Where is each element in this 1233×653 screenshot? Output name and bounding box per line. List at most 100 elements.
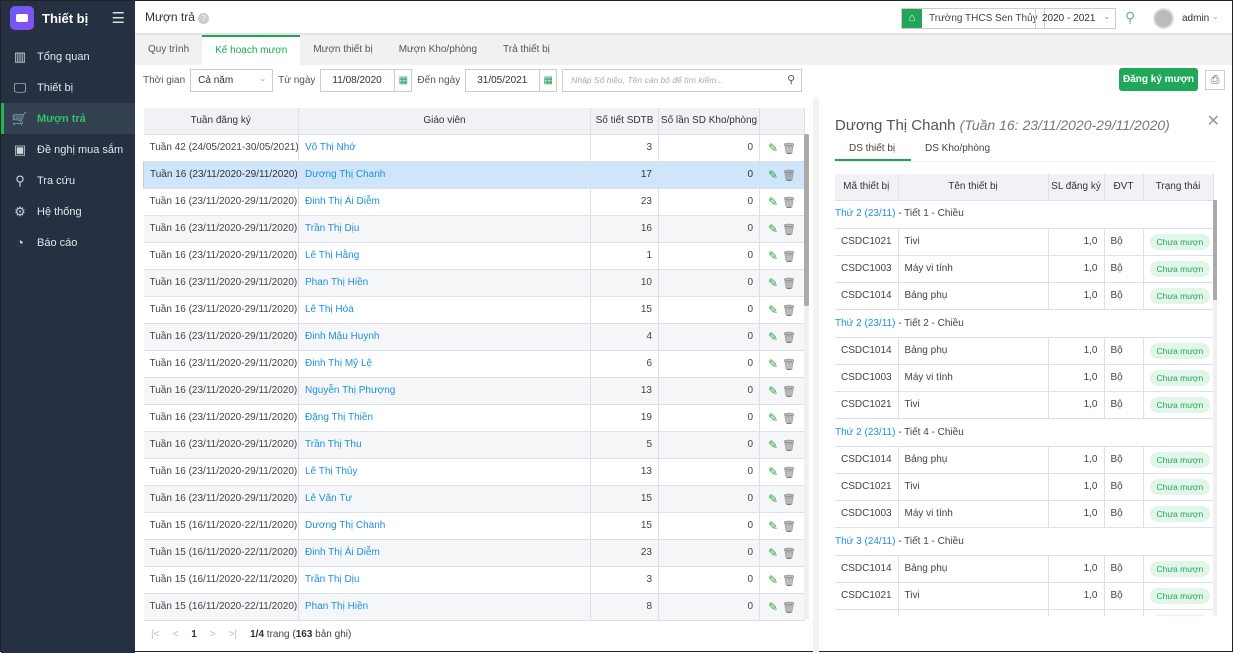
sidebar-item-5[interactable]: ⚙ Hệ thống — [1, 196, 135, 227]
table-row[interactable]: Tuần 16 (23/11/2020-29/11/2020) Đinh Mậu… — [143, 323, 805, 351]
teacher-link[interactable]: Đinh Mậu Huynh — [298, 323, 591, 351]
device-row[interactable]: CSDC1021 Tivi 1,0 Bộ Chưa mượn — [835, 473, 1214, 501]
edit-icon[interactable]: ✎ — [768, 168, 778, 182]
trash-icon[interactable]: 🗑 — [782, 413, 796, 425]
table-row[interactable]: Tuần 15 (16/11/2020-22/11/2020) Trần Thị… — [143, 566, 805, 594]
edit-icon[interactable]: ✎ — [768, 438, 778, 452]
teacher-link[interactable]: Lê Văn Tư — [298, 485, 591, 513]
edit-icon[interactable]: ✎ — [768, 303, 778, 317]
device-row[interactable]: CSDC1003Máy vi tính1,0BộChưa mượn — [835, 500, 1214, 528]
device-row[interactable]: CSDC1003Máy vi tính1,0BộChưa mượn — [835, 255, 1214, 283]
trash-icon[interactable]: 🗑 — [782, 521, 796, 533]
trash-icon[interactable]: 🗑 — [782, 494, 796, 506]
sidebar-item-2[interactable]: 🛒 Mượn trả — [1, 103, 135, 134]
tab-2[interactable]: Mượn thiết bị — [300, 35, 385, 65]
chevron-down-icon[interactable]: ⌄ — [1212, 12, 1219, 21]
table-row[interactable]: Tuần 16 (23/11/2020-29/11/2020) Lê Văn T… — [143, 485, 805, 513]
trash-icon[interactable]: 🗑 — [782, 440, 796, 452]
edit-icon[interactable]: ✎ — [768, 330, 778, 344]
edit-icon[interactable]: ✎ — [768, 411, 778, 425]
panel-scrollbar[interactable] — [1213, 200, 1217, 616]
table-row[interactable]: Tuần 16 (23/11/2020-29/11/2020) Phan Thị… — [143, 269, 805, 297]
avatar[interactable] — [1153, 8, 1174, 29]
device-row[interactable]: CSDC1021 Tivi 1,0 Bộ Chưa mượn — [835, 391, 1214, 419]
teacher-link[interactable]: Dương Thị Chanh — [298, 512, 591, 540]
trash-icon[interactable]: 🗑 — [782, 548, 796, 560]
teacher-link[interactable]: Lê Thị Thủy — [298, 458, 591, 486]
trash-icon[interactable]: 🗑 — [782, 224, 796, 236]
device-row[interactable]: CSDC1014 Bảng phụ 1,0 Bộ Chưa mượn — [835, 337, 1214, 365]
sidebar-item-3[interactable]: ▣ Đề nghị mua sắm — [1, 134, 135, 165]
teacher-link[interactable]: Đinh Thị Ái Diễm — [298, 539, 591, 567]
edit-icon[interactable]: ✎ — [768, 519, 778, 533]
edit-icon[interactable]: ✎ — [768, 357, 778, 371]
teacher-link[interactable]: Võ Thị Nhớ — [298, 134, 591, 162]
search-input[interactable]: Nhập Số hiệu, Tên cán bộ để tìm kiếm... ⚲ — [562, 68, 803, 92]
first-page-button[interactable]: |< — [151, 629, 159, 640]
search-icon[interactable]: ⚲ — [1125, 9, 1135, 26]
edit-icon[interactable]: ✎ — [768, 384, 778, 398]
trash-icon[interactable]: 🗑 — [782, 197, 796, 209]
tab-4[interactable]: Trả thiết bị — [490, 35, 563, 65]
year-select[interactable]: 2020 - 2021 ⌄ — [1035, 8, 1116, 29]
table-row[interactable]: Tuần 16 (23/11/2020-29/11/2020) Trần Thị… — [143, 431, 805, 459]
teacher-link[interactable]: Trần Thị Dịu — [298, 566, 591, 594]
trash-icon[interactable]: 🗑 — [782, 305, 796, 317]
sidebar-item-1[interactable]: 🖵 Thiết bị — [1, 72, 135, 103]
next-page-button[interactable]: > — [210, 629, 216, 640]
teacher-link[interactable]: Đặng Thị Thiền — [298, 404, 591, 432]
teacher-link[interactable]: Phan Thị Hiền — [298, 593, 591, 621]
trash-icon[interactable]: 🗑 — [782, 602, 796, 614]
table-row[interactable]: Tuần 15 (16/11/2020-22/11/2020) Phan Thị… — [143, 593, 805, 621]
last-page-button[interactable]: >| — [229, 629, 237, 640]
edit-icon[interactable]: ✎ — [768, 141, 778, 155]
edit-icon[interactable]: ✎ — [768, 465, 778, 479]
teacher-link[interactable]: Nguyễn Thị Phượng — [298, 377, 591, 405]
teacher-link[interactable]: Dương Thị Chanh — [298, 161, 591, 189]
edit-icon[interactable]: ✎ — [768, 492, 778, 506]
tab-0[interactable]: Quy trình — [135, 35, 202, 65]
table-row[interactable]: Tuần 15 (16/11/2020-22/11/2020) Đinh Thị… — [143, 539, 805, 567]
table-row[interactable]: Tuần 16 (23/11/2020-29/11/2020) Nguyễn T… — [143, 377, 805, 405]
edit-icon[interactable]: ✎ — [768, 546, 778, 560]
trash-icon[interactable]: 🗑 — [782, 251, 796, 263]
tab-3[interactable]: Mượn Kho/phòng — [386, 35, 490, 65]
trash-icon[interactable]: 🗑 — [782, 278, 796, 290]
edit-icon[interactable]: ✎ — [768, 195, 778, 209]
from-date-input[interactable]: 11/08/2020 ▦ — [320, 68, 413, 92]
device-row[interactable]: CSDC1014 Bảng phụ 1,0 Bộ Chưa mượn — [835, 555, 1214, 583]
edit-icon[interactable]: ✎ — [768, 573, 778, 587]
edit-icon[interactable]: ✎ — [768, 222, 778, 236]
teacher-link[interactable]: Đinh Thị Mỹ Lệ — [298, 350, 591, 378]
close-icon[interactable]: ✕ — [1207, 111, 1220, 131]
device-row[interactable]: CSDC1014 Bảng phụ 1,0 Bộ Chưa mượn — [835, 446, 1214, 474]
tab-1[interactable]: Kế hoạch mượn — [202, 35, 301, 65]
table-row[interactable]: Tuần 16 (23/11/2020-29/11/2020) Đinh Thị… — [143, 188, 805, 216]
device-row[interactable]: CSDC1003Máy vi tính1,0BộChưa mượn — [835, 609, 1214, 616]
trash-icon[interactable]: 🗑 — [782, 170, 796, 182]
sidebar-item-0[interactable]: ▥ Tổng quan — [1, 41, 135, 72]
prev-page-button[interactable]: < — [172, 629, 178, 640]
user-name[interactable]: admin — [1182, 13, 1209, 24]
edit-icon[interactable]: ✎ — [768, 249, 778, 263]
teacher-link[interactable]: Đinh Thị Ái Diễm — [298, 188, 591, 216]
trash-icon[interactable]: 🗑 — [782, 386, 796, 398]
table-scrollbar[interactable] — [804, 134, 809, 619]
trash-icon[interactable]: 🗑 — [782, 359, 796, 371]
table-row[interactable]: Tuần 16 (23/11/2020-29/11/2020) Trần Thị… — [143, 215, 805, 243]
teacher-link[interactable]: Trần Thị Thu — [298, 431, 591, 459]
tab-ds-thiet-bi[interactable]: DS thiết bị — [835, 137, 911, 161]
calendar-icon[interactable]: ▦ — [394, 69, 411, 91]
table-row[interactable]: Tuần 15 (16/11/2020-22/11/2020) Dương Th… — [143, 512, 805, 540]
calendar-icon[interactable]: ▦ — [539, 69, 556, 91]
edit-icon[interactable]: ✎ — [768, 600, 778, 614]
device-row[interactable]: CSDC1021 Tivi 1,0 Bộ Chưa mượn — [835, 228, 1214, 256]
teacher-link[interactable]: Lê Thị Hóa — [298, 296, 591, 324]
menu-toggle-icon[interactable]: ☰ — [112, 9, 125, 27]
sidebar-item-6[interactable]: ◔ Báo cáo — [1, 227, 135, 258]
device-row[interactable]: CSDC1003Máy vi tính1,0BộChưa mượn — [835, 364, 1214, 392]
device-row[interactable]: CSDC1014 Bảng phụ 1,0 Bộ Chưa mượn — [835, 282, 1214, 310]
teacher-link[interactable]: Phan Thị Hiền — [298, 269, 591, 297]
teacher-link[interactable]: Lê Thị Hằng — [298, 242, 591, 270]
table-row[interactable]: Tuần 16 (23/11/2020-29/11/2020) Đinh Thị… — [143, 350, 805, 378]
